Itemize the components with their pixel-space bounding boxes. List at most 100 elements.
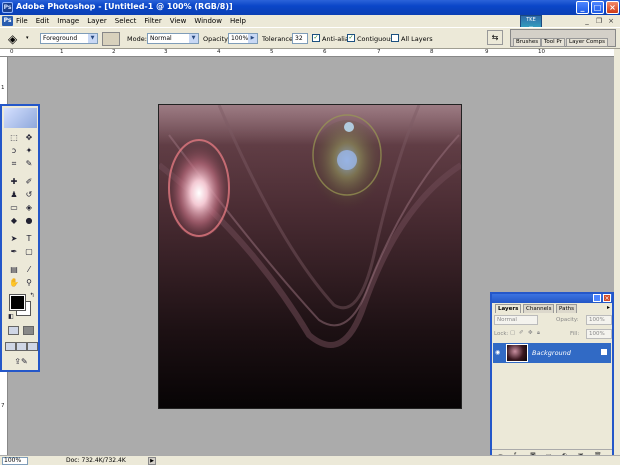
dodge-tool-icon[interactable]: ●: [22, 215, 36, 226]
marquee-tool-icon[interactable]: ⬚: [7, 132, 21, 143]
clone-stamp-tool-icon[interactable]: ♟: [7, 189, 21, 200]
feather-logo-icon[interactable]: [4, 108, 37, 128]
default-colors-icon[interactable]: ◧: [4, 311, 18, 322]
menu-help[interactable]: Help: [230, 17, 246, 25]
lock-transparency-icon[interactable]: ▢: [510, 330, 515, 336]
slice-tool-icon[interactable]: ✎: [22, 158, 36, 169]
menu-select[interactable]: Select: [115, 17, 137, 25]
menu-filter[interactable]: Filter: [144, 17, 161, 25]
lasso-tool-icon[interactable]: ↄ: [7, 145, 21, 156]
menu-edit[interactable]: Edit: [36, 17, 50, 25]
tolerance-label: Tolerance:: [262, 35, 296, 43]
panel-close-button[interactable]: ×: [603, 294, 611, 302]
fill-label: Fill:: [570, 331, 580, 337]
move-tool-icon[interactable]: ✥: [22, 132, 36, 143]
maximize-button[interactable]: □: [591, 1, 604, 14]
close-button[interactable]: ×: [606, 1, 619, 14]
lock-all-icon[interactable]: 🔒︎: [537, 330, 540, 337]
panel-menu-icon[interactable]: ▸: [607, 304, 610, 311]
vertical-scrollbar[interactable]: [614, 49, 620, 455]
tolerance-input[interactable]: 32: [292, 33, 308, 44]
history-brush-tool-icon[interactable]: ↺: [22, 189, 36, 200]
menu-image[interactable]: Image: [57, 17, 79, 25]
swap-colors-icon[interactable]: ↰: [25, 290, 39, 301]
tool-preset-arrow-icon[interactable]: ▾: [26, 35, 29, 41]
doc-close-button[interactable]: ×: [606, 16, 616, 26]
crop-tool-icon[interactable]: ⌗: [7, 158, 21, 169]
contiguous-checkbox[interactable]: ✓: [347, 34, 355, 42]
blur-tool-icon[interactable]: ◆: [7, 215, 21, 226]
ruler-label: 7: [377, 49, 381, 55]
zoom-level-input[interactable]: 100%: [2, 457, 28, 465]
lock-position-icon[interactable]: ✥: [528, 330, 533, 336]
standard-mode-button[interactable]: [8, 326, 19, 335]
healing-brush-tool-icon[interactable]: ✚: [7, 176, 21, 187]
type-tool-icon[interactable]: T: [22, 233, 36, 244]
quick-mask-button[interactable]: [23, 326, 34, 335]
pen-tool-icon[interactable]: ✒: [7, 246, 21, 257]
tab-paths[interactable]: Paths: [556, 304, 577, 313]
doc-minimize-button[interactable]: _: [582, 16, 592, 26]
palette-well-toggle-icon[interactable]: ⇆: [487, 30, 503, 45]
status-menu-arrow-icon[interactable]: ▶: [148, 457, 156, 465]
antialias-checkbox[interactable]: ✓: [312, 34, 320, 42]
shape-tool-icon[interactable]: ▢: [22, 246, 36, 257]
chevron-down-icon: ▼: [189, 34, 198, 43]
visibility-eye-icon[interactable]: ◉: [495, 349, 500, 356]
eraser-tool-icon[interactable]: ▭: [7, 202, 21, 213]
panel-minimize-button[interactable]: _: [593, 294, 601, 302]
eyedropper-tool-icon[interactable]: ⁄: [22, 264, 36, 275]
document-icon[interactable]: Ps: [2, 16, 13, 26]
screen-mode-full-menu-button[interactable]: [16, 342, 27, 351]
lock-image-icon[interactable]: ✐: [519, 330, 524, 336]
foreground-color-swatch[interactable]: [9, 294, 26, 311]
tab-layers[interactable]: Layers: [495, 304, 522, 313]
jump-to-imageready-icon[interactable]: ⇪✎: [7, 356, 35, 367]
ruler-label: 10: [538, 49, 545, 55]
contiguous-label: Contiguous: [357, 35, 394, 43]
ruler-label: 8: [430, 49, 434, 55]
tab-brushes[interactable]: Brushes: [513, 38, 542, 47]
magic-wand-tool-icon[interactable]: ✦: [22, 145, 36, 156]
all-layers-checkbox[interactable]: [391, 34, 399, 42]
photoshop-app-icon[interactable]: Ps: [2, 2, 13, 13]
fill-input[interactable]: 100%: [586, 329, 612, 339]
document-canvas[interactable]: [158, 104, 462, 409]
layers-panel: _ × Layers Channels Paths ▸ Normal Opaci…: [490, 292, 614, 463]
zoom-tool-icon[interactable]: ⚲: [22, 277, 36, 288]
brush-tool-icon[interactable]: ✐: [22, 176, 36, 187]
opacity-input[interactable]: 100%: [228, 33, 250, 44]
mode-value: Normal: [150, 35, 172, 42]
hand-tool-icon[interactable]: ✋: [7, 277, 21, 288]
tab-tool-presets[interactable]: Tool Pr: [541, 38, 565, 47]
layers-panel-titlebar[interactable]: _ ×: [492, 294, 612, 303]
blend-mode-select[interactable]: Normal: [494, 315, 538, 325]
lock-label: Lock:: [494, 331, 509, 337]
fill-source-select[interactable]: Foreground ▼: [40, 33, 98, 44]
mode-select[interactable]: Normal ▼: [147, 33, 199, 44]
path-selection-tool-icon[interactable]: ➤: [7, 233, 21, 244]
window-title: Adobe Photoshop - [Untitled-1 @ 100% (RG…: [16, 2, 233, 11]
layers-opacity-input[interactable]: 100%: [586, 315, 612, 325]
tab-channels[interactable]: Channels: [523, 304, 555, 313]
screen-mode-full-button[interactable]: [27, 342, 38, 351]
palette-well: Brushes Tool Pr Layer Comps: [510, 29, 616, 47]
ruler-label: 2: [112, 49, 116, 55]
opacity-slider-button[interactable]: ▶: [248, 33, 258, 44]
minimize-button[interactable]: _: [576, 1, 589, 14]
tab-layer-comps[interactable]: Layer Comps: [566, 38, 609, 47]
ruler-label: 1: [1, 85, 5, 91]
screen-mode-standard-button[interactable]: [5, 342, 16, 351]
paint-bucket-icon[interactable]: ◈: [8, 32, 22, 46]
notes-tool-icon[interactable]: ▤: [7, 264, 21, 275]
layer-thumbnail: [506, 344, 528, 362]
paint-bucket-tool-icon[interactable]: ◈: [22, 202, 36, 213]
doc-restore-button[interactable]: ❐: [594, 16, 604, 26]
layer-row-background[interactable]: ◉ Background: [493, 343, 611, 363]
pattern-picker[interactable]: [102, 32, 120, 46]
menu-view[interactable]: View: [170, 17, 187, 25]
menu-layer[interactable]: Layer: [87, 17, 107, 25]
menu-file[interactable]: File: [16, 17, 28, 25]
menu-window[interactable]: Window: [194, 17, 222, 25]
ruler-label: 5: [270, 49, 274, 55]
